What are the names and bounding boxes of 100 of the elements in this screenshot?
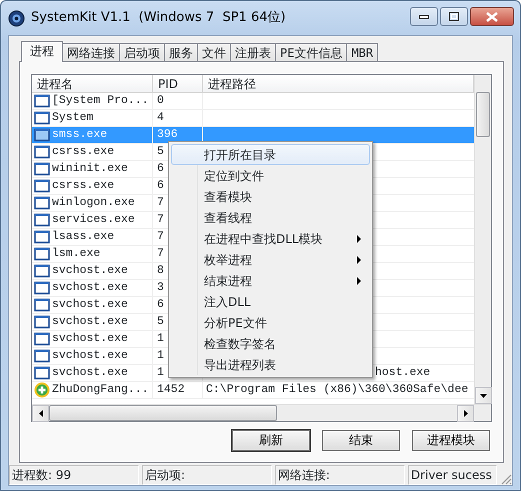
horizontal-scrollbar[interactable] xyxy=(32,404,491,421)
right-arrow-icon xyxy=(464,410,468,417)
process-name: System xyxy=(52,110,94,126)
window-icon xyxy=(34,111,50,125)
menu-item[interactable]: 注入DLL xyxy=(171,291,370,312)
window-icon xyxy=(34,145,50,159)
menu-item[interactable]: 检查数字签名 xyxy=(171,333,370,354)
menu-item[interactable]: 分析PE文件 xyxy=(171,312,370,333)
tab[interactable]: 启动项 xyxy=(119,43,165,61)
window-title: SystemKit V1.1 (Windows 7 SP1 64位) xyxy=(31,9,286,28)
window-icon xyxy=(34,264,50,278)
column-header[interactable]: PID xyxy=(153,75,203,92)
scroll-down-button[interactable] xyxy=(475,387,492,404)
app-icon xyxy=(8,10,25,26)
process-id: 6 xyxy=(157,297,164,314)
scroll-right-button[interactable] xyxy=(457,405,474,422)
table-row[interactable]: ZhuDongFang... 1452 C:\Program Files (x86)\360\360Safe\dee xyxy=(32,382,474,399)
process-id: 6 xyxy=(157,178,164,194)
process-name: smss.exe xyxy=(52,127,108,144)
submenu-arrow-icon xyxy=(357,256,361,264)
process-name: csrss.exe xyxy=(52,144,114,160)
window-icon xyxy=(34,213,50,227)
left-arrow-icon xyxy=(38,410,42,417)
process-id: 5 xyxy=(157,314,164,330)
status-pane: Driver sucess xyxy=(408,465,498,485)
process-id: 7 xyxy=(157,229,164,246)
process-name: csrss.exe xyxy=(52,178,114,194)
push-button[interactable]: 进程模块 xyxy=(412,430,490,451)
window-icon xyxy=(34,315,50,329)
window-icon xyxy=(34,162,50,176)
tab[interactable]: PE文件信息 xyxy=(275,43,348,61)
window-icon xyxy=(34,128,50,142)
tab[interactable]: 服务 xyxy=(164,43,198,61)
push-button[interactable]: 刷新 xyxy=(232,430,310,451)
tab[interactable]: 网络连接 xyxy=(62,43,120,61)
process-id: 1452 xyxy=(157,382,185,398)
process-name: svchost.exe xyxy=(52,331,128,348)
close-button[interactable] xyxy=(470,7,514,26)
process-path: host.exe xyxy=(375,365,430,382)
menu-item[interactable]: 查看模块 xyxy=(171,186,370,207)
down-arrow-icon xyxy=(480,394,487,398)
menu-item[interactable]: 在进程中查找DLL模块 xyxy=(171,228,370,249)
submenu-arrow-icon xyxy=(357,276,361,284)
process-id: 7 xyxy=(157,195,164,212)
window-icon xyxy=(34,349,50,363)
process-id: 396 xyxy=(157,127,178,144)
window-icon xyxy=(34,332,50,346)
process-id: 8 xyxy=(157,263,164,280)
process-id: 4 xyxy=(157,110,164,126)
maximize-icon xyxy=(449,12,459,21)
tab[interactable]: 进程 xyxy=(21,41,63,62)
vertical-scrollbar[interactable] xyxy=(474,75,491,404)
table-row[interactable]: [System Pro... 0 xyxy=(32,93,474,110)
process-name: svchost.exe xyxy=(52,348,128,364)
process-name: svchost.exe xyxy=(52,365,128,382)
tab[interactable]: MBR xyxy=(346,43,378,61)
menu-item[interactable]: 定位到文件 xyxy=(171,165,370,186)
menu-item[interactable]: 打开所在目录 xyxy=(171,144,370,165)
menu-item[interactable]: 结束进程 xyxy=(171,270,370,291)
process-name: lsass.exe xyxy=(52,229,114,246)
window-icon xyxy=(34,298,50,312)
status-pane: 进程数: 99 xyxy=(9,465,139,485)
resize-grip-icon xyxy=(500,473,512,485)
process-id: 1 xyxy=(157,365,164,382)
process-name: svchost.exe xyxy=(52,297,128,314)
process-name: svchost.exe xyxy=(52,314,128,330)
process-name: winlogon.exe xyxy=(52,195,135,212)
minimize-icon xyxy=(419,14,429,18)
process-id: 6 xyxy=(157,161,164,178)
window-icon xyxy=(34,179,50,193)
tab[interactable]: 文件 xyxy=(197,43,231,61)
menu-item[interactable]: 查看线程 xyxy=(171,207,370,228)
window-icon xyxy=(34,281,50,295)
scroll-thumb[interactable] xyxy=(476,92,490,137)
window-icon xyxy=(34,94,50,108)
tab[interactable]: 注册表 xyxy=(230,43,276,61)
scroll-left-button[interactable] xyxy=(32,405,49,422)
menu-item[interactable]: 枚举进程 xyxy=(171,249,370,270)
process-name: wininit.exe xyxy=(52,161,128,178)
window-icon xyxy=(34,196,50,210)
scroll-thumb[interactable] xyxy=(49,405,277,421)
process-id: 3 xyxy=(157,280,164,296)
status-pane: 网络连接: xyxy=(274,465,405,485)
process-name: svchost.exe xyxy=(52,263,128,280)
maximize-button[interactable] xyxy=(440,7,468,26)
menu-item[interactable]: 导出进程列表 xyxy=(171,354,370,375)
status-pane: 启动项: xyxy=(142,465,272,485)
process-id: 7 xyxy=(157,246,164,262)
minimize-button[interactable] xyxy=(410,7,438,26)
process-name: [System Pro... xyxy=(52,93,149,110)
window-icon xyxy=(34,366,50,380)
process-id: 7 xyxy=(157,212,164,228)
window-icon xyxy=(34,230,50,244)
push-button[interactable]: 结束 xyxy=(322,430,400,451)
process-name: ZhuDongFang... xyxy=(52,382,149,398)
window-icon xyxy=(34,247,50,261)
process-id: 1 xyxy=(157,348,164,364)
plus-badge-icon xyxy=(34,382,50,398)
column-header[interactable]: 进程名 xyxy=(32,75,153,92)
process-name: lsm.exe xyxy=(52,246,100,262)
